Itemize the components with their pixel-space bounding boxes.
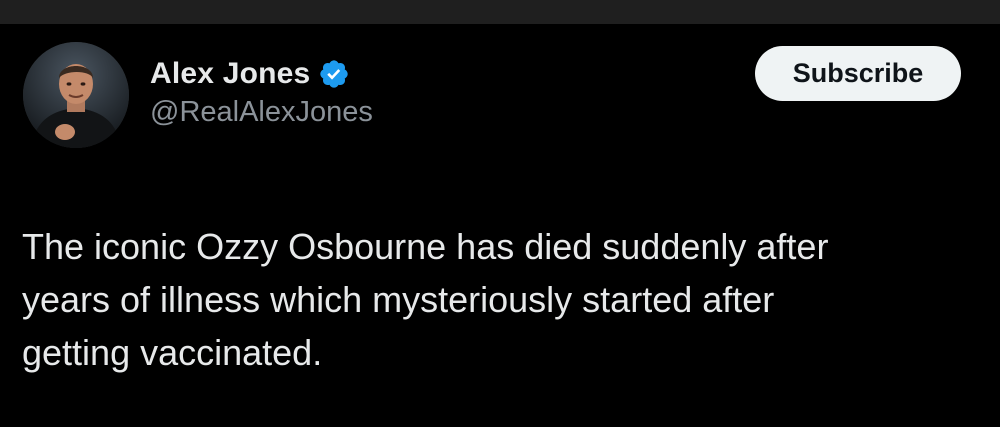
verified-badge-icon: [318, 58, 350, 90]
author-name-row: Alex Jones: [150, 56, 373, 92]
profile-photo-icon: [23, 42, 129, 148]
author-block: Alex Jones @RealAlexJones: [150, 56, 373, 129]
top-bar: [0, 0, 1000, 24]
post-card: Alex Jones @RealAlexJones Subscribe The …: [0, 24, 1000, 427]
author-display-name[interactable]: Alex Jones: [150, 57, 310, 91]
author-handle[interactable]: @RealAlexJones: [150, 96, 373, 129]
avatar[interactable]: [23, 42, 129, 148]
subscribe-button[interactable]: Subscribe: [755, 46, 961, 101]
post-text: The iconic Ozzy Osbourne has died sudden…: [22, 226, 829, 373]
